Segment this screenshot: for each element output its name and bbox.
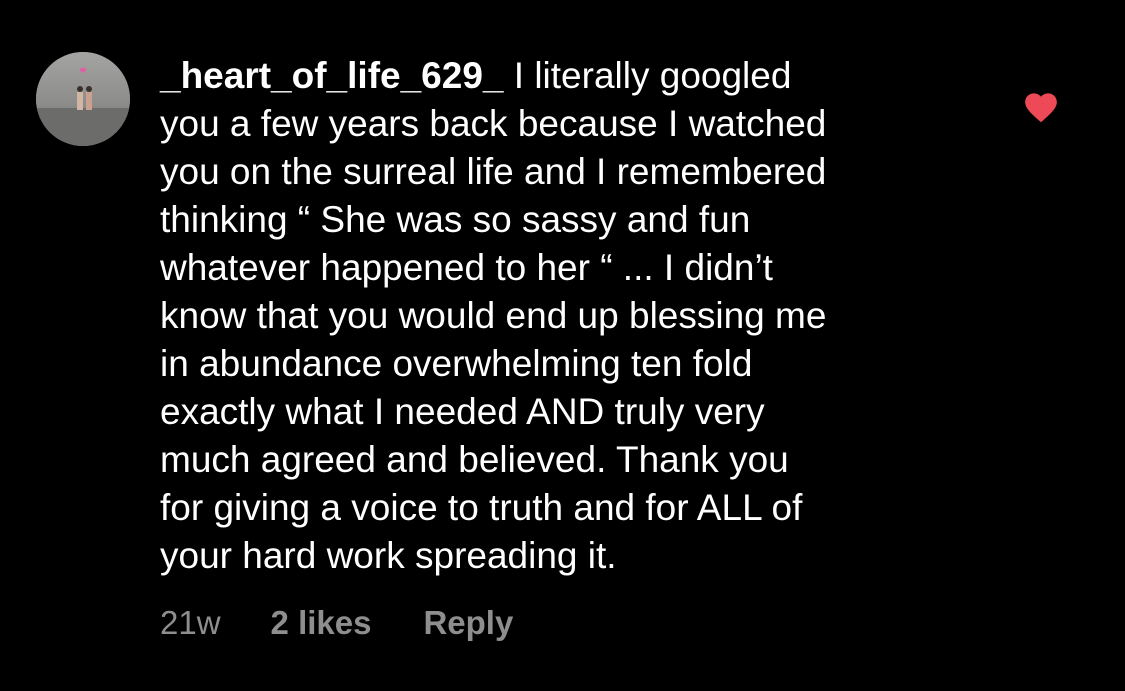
comment-text: _heart_of_life_629_ I literally googled …	[160, 52, 960, 580]
avatar-photo	[36, 52, 130, 146]
comment-timestamp: 21w	[160, 604, 221, 641]
reply-button[interactable]: Reply	[423, 604, 513, 642]
heart-icon[interactable]	[1022, 88, 1060, 124]
heart-icon-shape	[1025, 93, 1057, 123]
comment-message: I literally googled you a few years back…	[160, 55, 827, 576]
comment-meta: 21w 2 likes Reply	[160, 603, 513, 643]
comment: _heart_of_life_629_ I literally googled …	[0, 0, 1125, 691]
username[interactable]: _heart_of_life_629_	[160, 55, 503, 96]
likes-count[interactable]: 2 likes	[271, 604, 372, 642]
avatar[interactable]	[36, 52, 130, 146]
comment-body: _heart_of_life_629_ I literally googled …	[160, 52, 960, 580]
